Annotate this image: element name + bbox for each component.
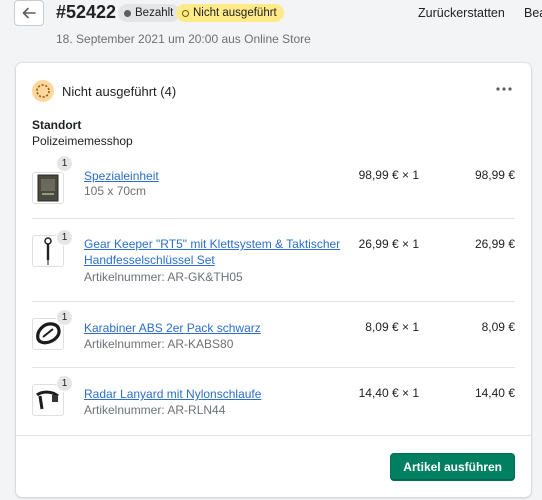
fulfillment-status-badge: Nicht ausgeführt xyxy=(176,4,284,22)
fulfillment-status-label: Nicht ausgeführt xyxy=(193,7,277,19)
line-item: 1 Radar Lanyard mit Nylonschlaufe Artike… xyxy=(32,368,515,434)
unfulfilled-card: Nicht ausgeführt (4) Standort Polizeimem… xyxy=(16,63,531,497)
item-sku: Artikelnummer: AR-KABS80 xyxy=(84,337,234,351)
item-price: 8,09 € × 1 xyxy=(365,320,419,334)
arrow-left-icon xyxy=(22,7,36,19)
item-variant: 105 x 70cm xyxy=(84,184,147,198)
item-name-link[interactable]: Gear Keeper "RT5" mit Klettsystem & Takt… xyxy=(84,236,349,268)
order-number: #52422 xyxy=(56,2,117,22)
quantity-badge: 1 xyxy=(56,229,73,246)
card-header: Nicht ausgeführt (4) xyxy=(32,79,515,103)
edit-button[interactable]: Bea xyxy=(524,6,542,20)
location-label: Standort xyxy=(32,118,82,132)
line-item: 1 Gear Keeper "RT5" mit Klettsystem & Ta… xyxy=(32,219,515,302)
item-price: 14,40 € × 1 xyxy=(358,386,419,400)
item-name-link[interactable]: Radar Lanyard mit Nylonschlaufe xyxy=(84,386,349,402)
line-item: 1 Karabiner ABS 2er Pack schwarz Artikel… xyxy=(32,302,515,368)
dot-filled-icon xyxy=(124,9,131,17)
item-name-link[interactable]: Karabiner ABS 2er Pack schwarz xyxy=(84,320,349,336)
card-title: Nicht ausgeführt (4) xyxy=(62,83,177,99)
unfulfilled-status-icon xyxy=(32,80,54,102)
fulfill-items-button[interactable]: Artikel ausführen xyxy=(390,453,515,481)
poster-thumbnail xyxy=(32,172,64,204)
more-actions-button[interactable] xyxy=(493,81,515,97)
line-items: 1 Spezialeinheit 105 x 70cm 98,99 € × 1 … xyxy=(16,155,531,434)
item-total: 8,09 € xyxy=(481,320,515,334)
item-price: 98,99 € × 1 xyxy=(358,168,419,182)
quantity-badge: 1 xyxy=(56,375,73,392)
location-value: Polizeimemesshop xyxy=(32,134,133,148)
item-total: 26,99 € xyxy=(474,237,515,251)
payment-status-label: Bezahlt xyxy=(135,7,174,19)
card-footer: Artikel ausführen xyxy=(16,435,531,497)
order-subtitle: 18. September 2021 um 20:00 aus Online S… xyxy=(56,32,311,46)
quantity-badge: 1 xyxy=(56,155,73,172)
item-total: 14,40 € xyxy=(474,386,515,400)
item-price: 26,99 € × 1 xyxy=(358,237,419,251)
line-item: 1 Spezialeinheit 105 x 70cm 98,99 € × 1 … xyxy=(32,155,515,219)
item-sku: Artikelnummer: AR-GK&TH05 xyxy=(84,270,243,284)
ellipsis-icon xyxy=(496,87,512,91)
dot-ring-icon xyxy=(182,9,189,17)
item-sku: Artikelnummer: AR-RLN44 xyxy=(84,403,226,417)
item-total: 98,99 € xyxy=(474,168,515,182)
back-button[interactable] xyxy=(14,0,44,26)
quantity-badge: 1 xyxy=(56,309,73,326)
refund-button[interactable]: Zurückerstatten xyxy=(418,6,505,20)
item-name-link[interactable]: Spezialeinheit xyxy=(84,168,349,184)
payment-status-badge: Bezahlt xyxy=(118,4,181,22)
